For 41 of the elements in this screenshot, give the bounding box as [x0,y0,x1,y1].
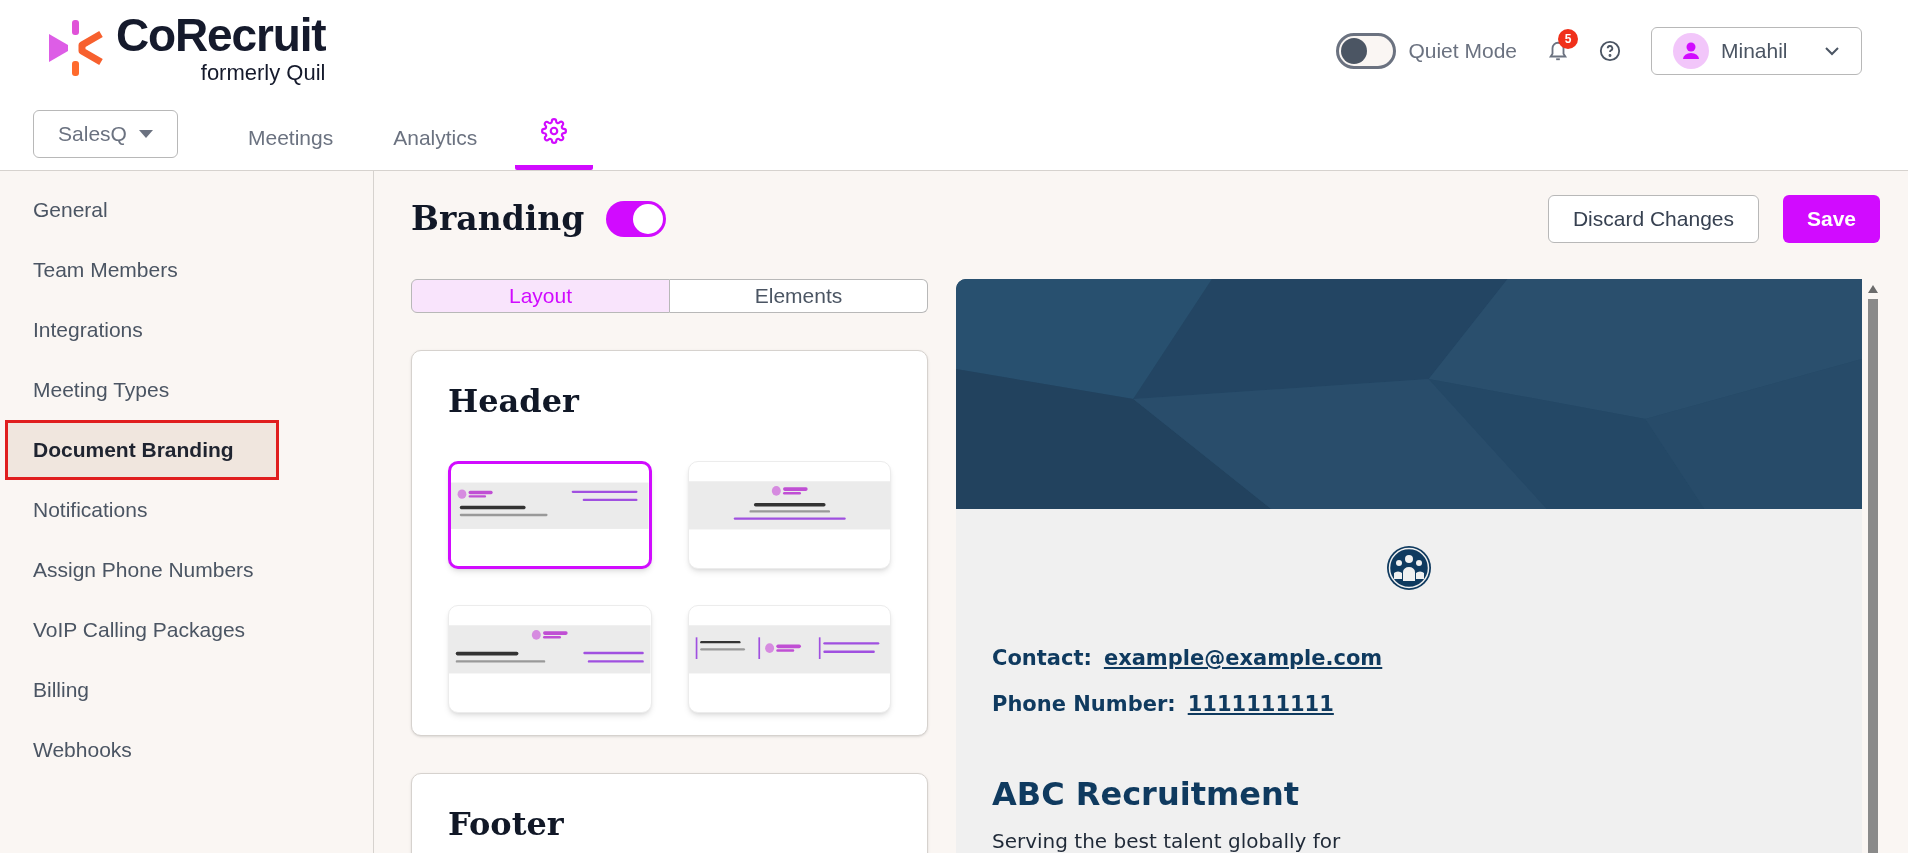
notification-badge: 5 [1558,29,1578,49]
sidebar-item[interactable]: Integrations [0,300,373,360]
caret-icon [138,130,153,138]
sidebar-item[interactable]: Team Members [0,240,373,300]
settings-icon [541,117,568,144]
nav-tab[interactable]: Meetings [226,110,356,170]
contact-email-link[interactable]: example@example.com [1103,643,1383,675]
logo-tagline: formerly Quil [200,62,326,84]
sidebar-item[interactable]: VoIP Calling Packages [0,600,373,660]
logo-name: CoRecruit [116,12,326,58]
quiet-mode-label: Quiet Mode [1408,38,1517,65]
group-icon [1386,545,1432,591]
sidebar-item[interactable]: Webhooks [0,720,373,780]
phone-label: Phone Number: [992,690,1176,718]
chevron-down-icon [1824,46,1840,56]
sidebar-item[interactable]: Billing [0,660,373,720]
section-title: Footer [448,803,565,845]
sidebar-item[interactable]: Document Branding [5,420,279,480]
nav-tab[interactable]: Analytics [371,110,500,170]
sidebar-item[interactable]: Meeting Types [0,360,373,420]
layout-option[interactable] [448,460,652,569]
company-description: Serving the best talent globally for [992,828,1342,853]
contact-label: Contact: [992,645,1092,672]
help-icon[interactable] [1599,40,1621,62]
page-title: Branding [411,198,585,241]
sidebar-item[interactable]: Assign Phone Numbers [0,540,373,600]
scroll-up-icon[interactable] [1868,285,1878,293]
avatar-icon [1673,33,1709,69]
phone-link[interactable]: 1111111111 [1187,688,1334,720]
workspace-dropdown[interactable]: SalesQ [33,110,178,158]
sidebar-item[interactable]: General [0,180,373,240]
save-button[interactable]: Save [1783,195,1880,243]
section-title: Header [448,380,581,422]
discard-changes-button[interactable]: Discard Changes [1547,195,1759,243]
branding-toggle[interactable] [606,201,667,237]
layout-tab[interactable]: Elements [670,279,928,313]
quiet-mode-toggle[interactable] [1336,33,1397,69]
user-menu[interactable]: Minahil [1651,27,1862,75]
logo-icon [46,18,104,78]
company-name: ABC Recruitment [992,774,1301,815]
sidebar-item[interactable]: Notifications [0,480,373,540]
